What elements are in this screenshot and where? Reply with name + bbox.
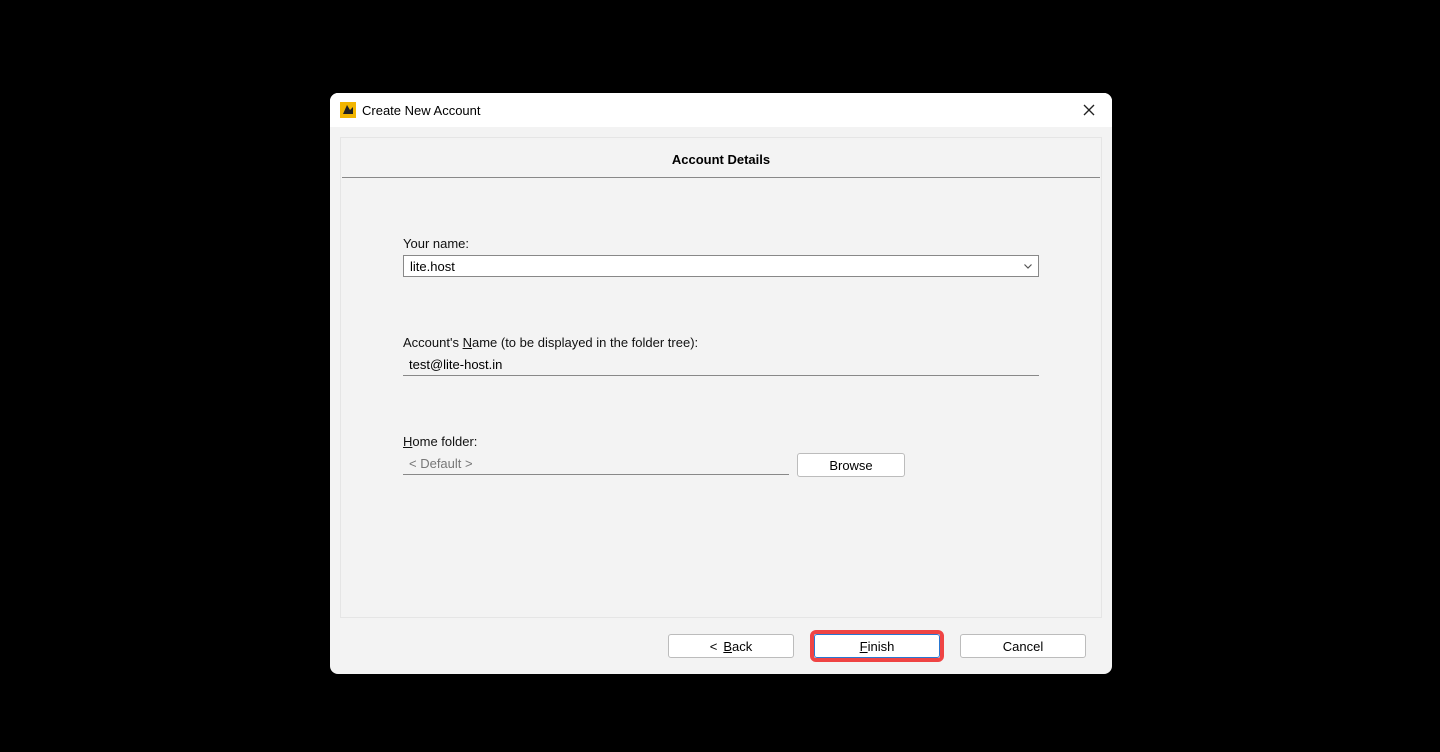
account-name-input[interactable] [403,354,1039,376]
browse-button[interactable]: Browse [797,453,905,477]
dialog-footer: < Back Finish Cancel [340,618,1102,674]
account-name-label: Account's Name (to be displayed in the f… [403,335,1039,350]
finish-highlight: Finish [810,630,944,662]
close-button[interactable] [1066,93,1112,127]
your-name-field: Your name: lite.host [403,236,1039,277]
back-caret-icon: < [710,639,718,654]
home-folder-label: Home folder: [403,434,1039,449]
account-name-field: Account's Name (to be displayed in the f… [403,335,1039,376]
your-name-label: Your name: [403,236,1039,251]
account-details-panel: Account Details Your name: lite.host Acc… [340,137,1102,618]
home-folder-field: Home folder: Browse [403,434,1039,477]
panel-content: Your name: lite.host Account's Name (to … [341,178,1101,535]
close-icon [1083,104,1095,116]
home-folder-row: Browse [403,453,1039,477]
your-name-combo[interactable]: lite.host [403,255,1039,277]
panel-header: Account Details [342,138,1100,178]
back-button[interactable]: < Back [668,634,794,658]
create-account-dialog: Create New Account Account Details Your … [330,93,1112,674]
chevron-down-icon [1018,256,1038,276]
your-name-value: lite.host [404,259,455,274]
app-icon [340,102,356,118]
titlebar: Create New Account [330,93,1112,127]
cancel-button[interactable]: Cancel [960,634,1086,658]
dialog-title: Create New Account [362,103,481,118]
dialog-body: Account Details Your name: lite.host Acc… [330,127,1112,674]
finish-button[interactable]: Finish [814,634,940,658]
home-folder-input[interactable] [403,453,789,475]
